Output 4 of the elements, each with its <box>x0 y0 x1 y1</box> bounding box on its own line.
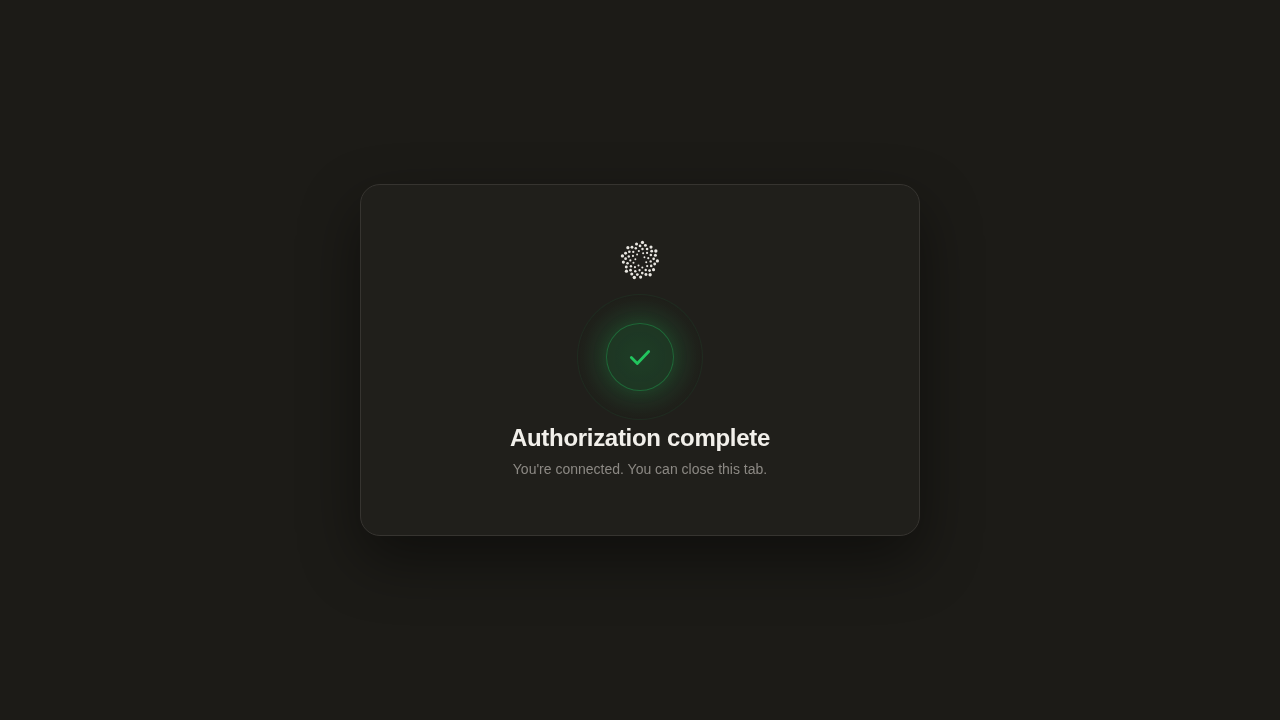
success-check-icon <box>606 323 674 391</box>
card-title: Authorization complete <box>509 423 771 453</box>
dotted-flower-logo-icon <box>620 240 660 280</box>
card-message: You're connected. You can close this tab. <box>512 460 768 479</box>
